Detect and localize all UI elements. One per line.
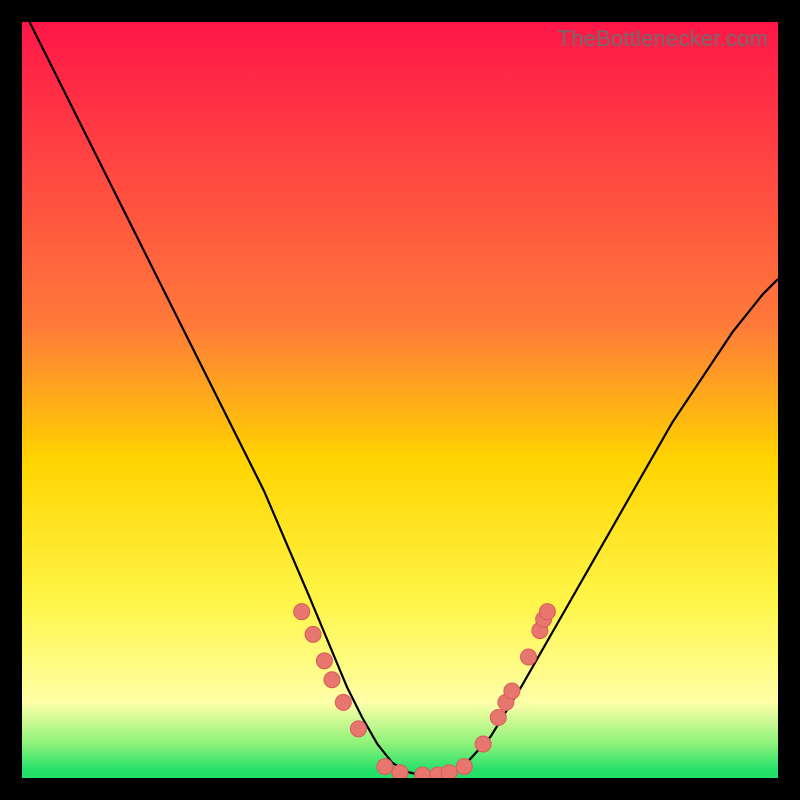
data-dot [377, 759, 393, 775]
data-dot [539, 604, 555, 620]
data-dot [324, 672, 340, 688]
data-dot [521, 649, 537, 665]
data-dot [504, 683, 520, 699]
data-dot [294, 604, 310, 620]
data-dot [475, 736, 491, 752]
data-dot [415, 767, 431, 778]
data-dot [441, 765, 457, 778]
data-dot [316, 653, 332, 669]
data-dot [456, 759, 472, 775]
data-dot [490, 710, 506, 726]
data-dot [392, 765, 408, 778]
chart-frame: TheBottlenecker.com [0, 0, 800, 800]
data-dot [305, 626, 321, 642]
data-dots [294, 604, 556, 778]
bottleneck-curve [22, 22, 778, 776]
curve-layer [22, 22, 778, 778]
data-dot [350, 721, 366, 737]
plot-area: TheBottlenecker.com [22, 22, 778, 778]
data-dot [335, 694, 351, 710]
